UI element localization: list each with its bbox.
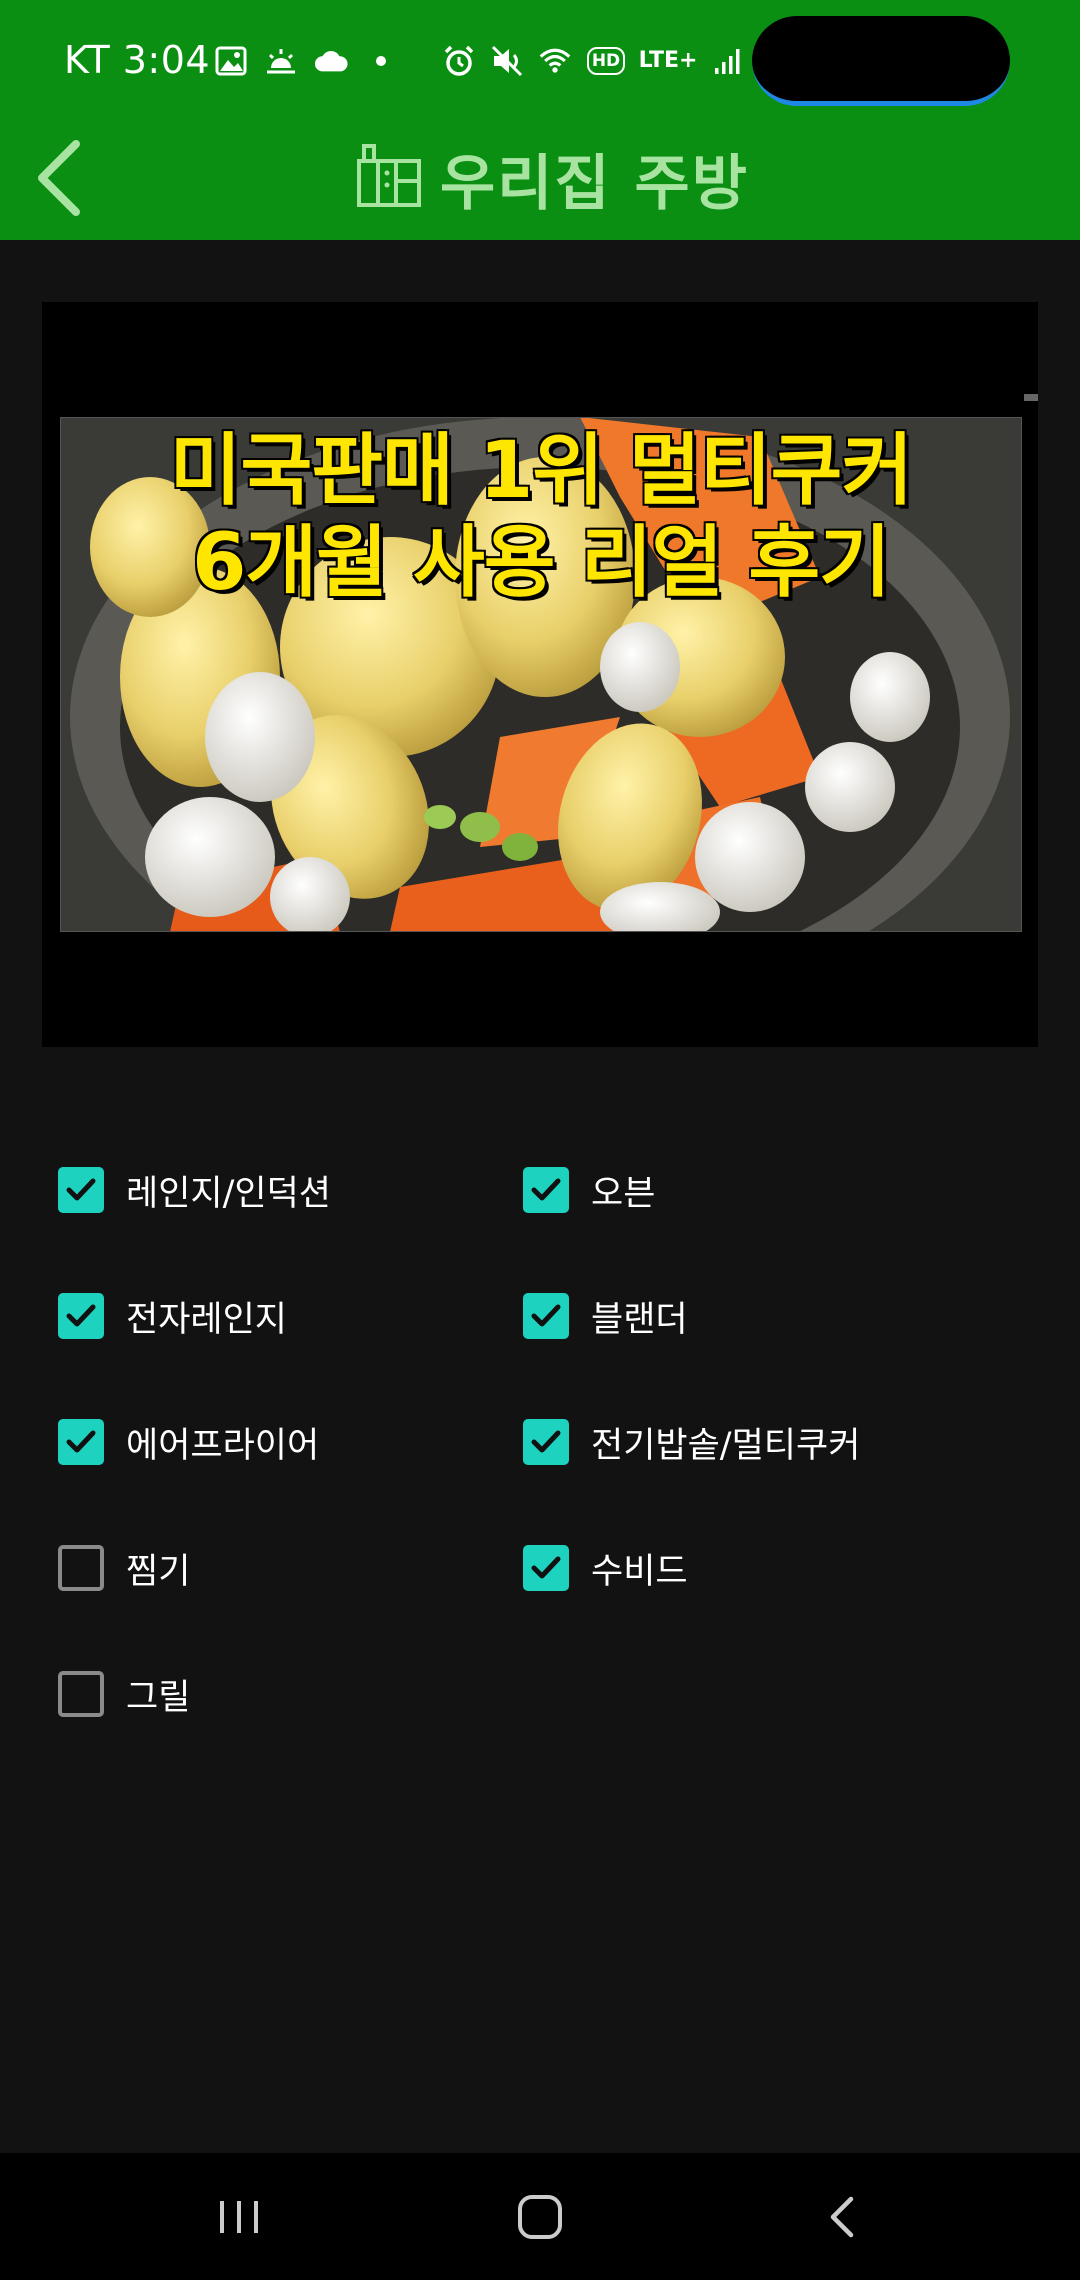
sunrise-weather-icon — [264, 44, 298, 78]
checkbox-unchecked[interactable] — [58, 1671, 104, 1717]
option-label: 찜기 — [126, 1551, 191, 1592]
system-nav-bar — [0, 2153, 1080, 2280]
checkbox-checked[interactable] — [523, 1167, 569, 1213]
recent-apps-icon — [220, 2201, 258, 2233]
checkbox-checked[interactable] — [58, 1419, 104, 1465]
mute-icon — [490, 44, 524, 78]
check-icon — [66, 1178, 96, 1201]
gallery-icon — [214, 44, 248, 78]
video-player[interactable]: 미국판매 1위 멀티쿠커 6개월 사용 리얼 후기 — [42, 302, 1038, 1047]
checkbox-checked[interactable] — [523, 1545, 569, 1591]
option-label: 에어프라이어 — [126, 1425, 320, 1466]
wifi-icon — [538, 44, 572, 78]
nav-back-button[interactable] — [796, 2181, 886, 2253]
checkbox-unchecked[interactable] — [58, 1545, 104, 1591]
check-icon — [531, 1430, 561, 1453]
kitchen-appliance-icon — [356, 143, 422, 213]
recent-apps-button[interactable] — [194, 2181, 284, 2253]
thumbnail-line-2: 6개월 사용 리얼 후기 — [191, 517, 893, 610]
check-icon — [66, 1304, 96, 1327]
option-microwave[interactable]: 전자레인지 — [58, 1286, 287, 1346]
option-range-induction[interactable]: 레인지/인덕션 — [58, 1160, 331, 1220]
back-chevron-icon — [38, 140, 80, 216]
app-header: 우리집 주방 — [0, 118, 1080, 240]
option-oven[interactable]: 오븐 — [523, 1160, 655, 1220]
option-label: 오븐 — [591, 1173, 656, 1214]
home-button[interactable] — [495, 2181, 585, 2253]
option-label: 전자레인지 — [126, 1299, 288, 1340]
thumbnail-title: 미국판매 1위 멀티쿠커 6개월 사용 리얼 후기 — [60, 425, 1022, 610]
lte-icon: LTE+ — [638, 44, 698, 78]
option-steamer[interactable]: 찜기 — [58, 1538, 190, 1598]
lte-label: LTE+ — [638, 48, 698, 73]
thumbnail-line-1: 미국판매 1위 멀티쿠커 — [168, 425, 914, 518]
checkbox-checked[interactable] — [58, 1167, 104, 1213]
status-notification-icons — [214, 44, 398, 78]
checkbox-checked[interactable] — [58, 1293, 104, 1339]
check-icon — [66, 1430, 96, 1453]
checkbox-checked[interactable] — [523, 1419, 569, 1465]
hd-label: HD — [586, 47, 626, 75]
home-icon — [518, 2195, 562, 2239]
check-icon — [531, 1304, 561, 1327]
option-sous-vide[interactable]: 수비드 — [523, 1538, 688, 1598]
option-blender[interactable]: 블랜더 — [523, 1286, 688, 1346]
check-icon — [531, 1556, 561, 1579]
video-progress-indicator — [1024, 394, 1038, 401]
option-label: 수비드 — [591, 1551, 688, 1592]
option-label: 블랜더 — [591, 1299, 688, 1340]
back-button[interactable] — [14, 132, 104, 224]
option-rice-cooker-multicooker[interactable]: 전기밥솥/멀티쿠커 — [523, 1412, 860, 1472]
cloud-icon — [314, 44, 348, 78]
video-thumbnail[interactable]: 미국판매 1위 멀티쿠커 6개월 사용 리얼 후기 — [60, 417, 1022, 932]
checkbox-checked[interactable] — [523, 1293, 569, 1339]
option-label: 레인지/인덕션 — [126, 1173, 331, 1214]
signal-icon — [710, 44, 744, 78]
option-grill[interactable]: 그릴 — [58, 1664, 190, 1724]
camera-cutout — [752, 16, 1010, 106]
header-title-group: 우리집 주방 — [356, 138, 749, 219]
status-system-icons: HD LTE+ — [442, 44, 792, 78]
check-icon — [531, 1178, 561, 1201]
hd-voice-icon: HD — [586, 44, 626, 78]
option-label: 그릴 — [126, 1677, 191, 1718]
option-air-fryer[interactable]: 에어프라이어 — [58, 1412, 319, 1472]
alarm-icon — [442, 44, 476, 78]
dot-icon — [364, 44, 398, 78]
status-carrier-time: KT 3:04 — [64, 38, 211, 82]
page-title: 우리집 주방 — [440, 148, 749, 219]
status-bar: KT 3:04 HD LTE+ — [0, 0, 1080, 118]
option-label: 전기밥솥/멀티쿠커 — [591, 1425, 861, 1466]
back-icon — [830, 2196, 854, 2238]
